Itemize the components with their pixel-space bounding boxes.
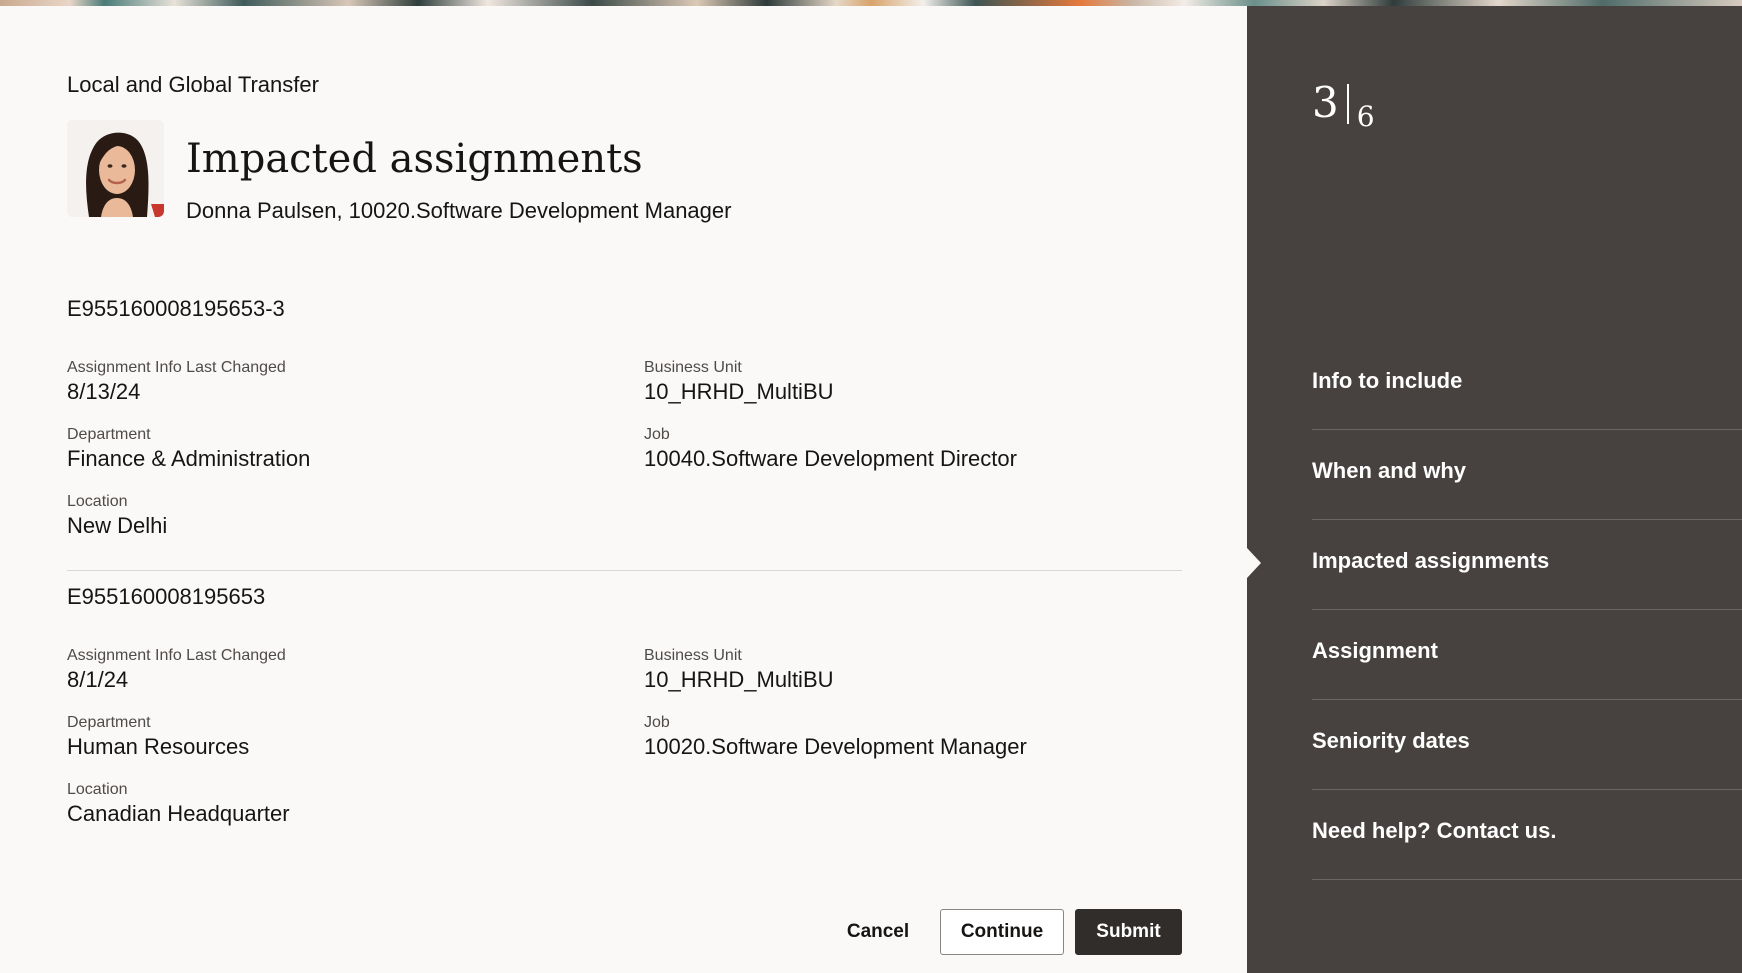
- cancel-button[interactable]: Cancel: [828, 909, 928, 955]
- field-value: Finance & Administration: [67, 446, 311, 471]
- step-label: Seniority dates: [1312, 728, 1470, 753]
- step-when-and-why[interactable]: When and why: [1312, 430, 1742, 520]
- step-label: Impacted assignments: [1312, 548, 1550, 573]
- field-location: Location Canadian Headquarter: [67, 781, 290, 828]
- field-value: New Delhi: [67, 513, 168, 538]
- person-subtitle: Donna Paulsen, 10020.Software Developmen…: [186, 198, 732, 223]
- person-photo-icon: [67, 120, 164, 217]
- page-title: Impacted assignments: [186, 136, 643, 182]
- step-assignment[interactable]: Assignment: [1312, 610, 1742, 700]
- field-business-unit: Business Unit 10_HRHD_MultiBU: [644, 647, 834, 694]
- step-impacted-assignments[interactable]: Impacted assignments: [1312, 520, 1742, 610]
- field-label: Business Unit: [644, 647, 742, 664]
- field-department: Department Finance & Administration: [67, 426, 310, 473]
- field-last-changed: Assignment Info Last Changed 8/1/24: [67, 647, 286, 694]
- field-business-unit: Business Unit 10_HRHD_MultiBU: [644, 359, 834, 406]
- step-label: Assignment: [1312, 638, 1438, 663]
- assignment-id: E955160008195653: [67, 584, 266, 609]
- field-department: Department Human Resources: [67, 714, 249, 761]
- submit-button[interactable]: Submit: [1075, 909, 1182, 955]
- field-label: Job: [644, 714, 670, 731]
- need-help-contact-link[interactable]: Need help? Contact us.: [1312, 790, 1742, 880]
- field-last-changed: Assignment Info Last Changed 8/13/24: [67, 359, 286, 406]
- field-label: Business Unit: [644, 359, 742, 376]
- continue-button[interactable]: Continue: [940, 909, 1064, 955]
- field-label: Location: [67, 781, 128, 798]
- field-label: Location: [67, 493, 128, 510]
- field-value: 8/13/24: [67, 379, 141, 404]
- field-label: Department: [67, 714, 151, 731]
- field-label: Assignment Info Last Changed: [67, 647, 286, 664]
- main-content: Local and Global Transfer Impacted assig…: [0, 6, 1247, 973]
- current-step-number: 3: [1312, 78, 1339, 127]
- field-label: Job: [644, 426, 670, 443]
- field-value: Human Resources: [67, 734, 250, 759]
- progress-sidebar: 36 Info to include When and why Impacted…: [1247, 6, 1742, 973]
- step-seniority-dates[interactable]: Seniority dates: [1312, 700, 1742, 790]
- page: Local and Global Transfer Impacted assig…: [0, 0, 1742, 973]
- step-info-to-include[interactable]: Info to include: [1312, 340, 1742, 430]
- step-label: Need help? Contact us.: [1312, 818, 1557, 843]
- total-steps-number: 6: [1356, 100, 1375, 133]
- assignment-id: E955160008195653-3: [67, 296, 285, 321]
- field-label: Department: [67, 426, 151, 443]
- field-job: Job 10020.Software Development Manager: [644, 714, 1027, 761]
- field-value: Canadian Headquarter: [67, 801, 290, 826]
- step-list: Info to include When and why Impacted as…: [1312, 340, 1742, 880]
- step-separator: [1346, 84, 1349, 124]
- field-label: Assignment Info Last Changed: [67, 359, 286, 376]
- flow-title: Local and Global Transfer: [67, 72, 319, 97]
- avatar: [67, 120, 164, 217]
- field-value: 10040.Software Development Director: [644, 446, 1017, 471]
- field-job: Job 10040.Software Development Director: [644, 426, 1017, 473]
- step-label: When and why: [1312, 458, 1466, 483]
- field-value: 10_HRHD_MultiBU: [644, 379, 834, 404]
- field-value: 8/1/24: [67, 667, 129, 692]
- field-value: 10_HRHD_MultiBU: [644, 667, 834, 692]
- field-location: Location New Delhi: [67, 493, 167, 540]
- assignment-divider: [67, 570, 1182, 571]
- step-counter: 36: [1312, 78, 1375, 133]
- current-step-marker: [1247, 548, 1261, 578]
- step-label: Info to include: [1312, 368, 1463, 393]
- field-value: 10020.Software Development Manager: [644, 734, 1027, 759]
